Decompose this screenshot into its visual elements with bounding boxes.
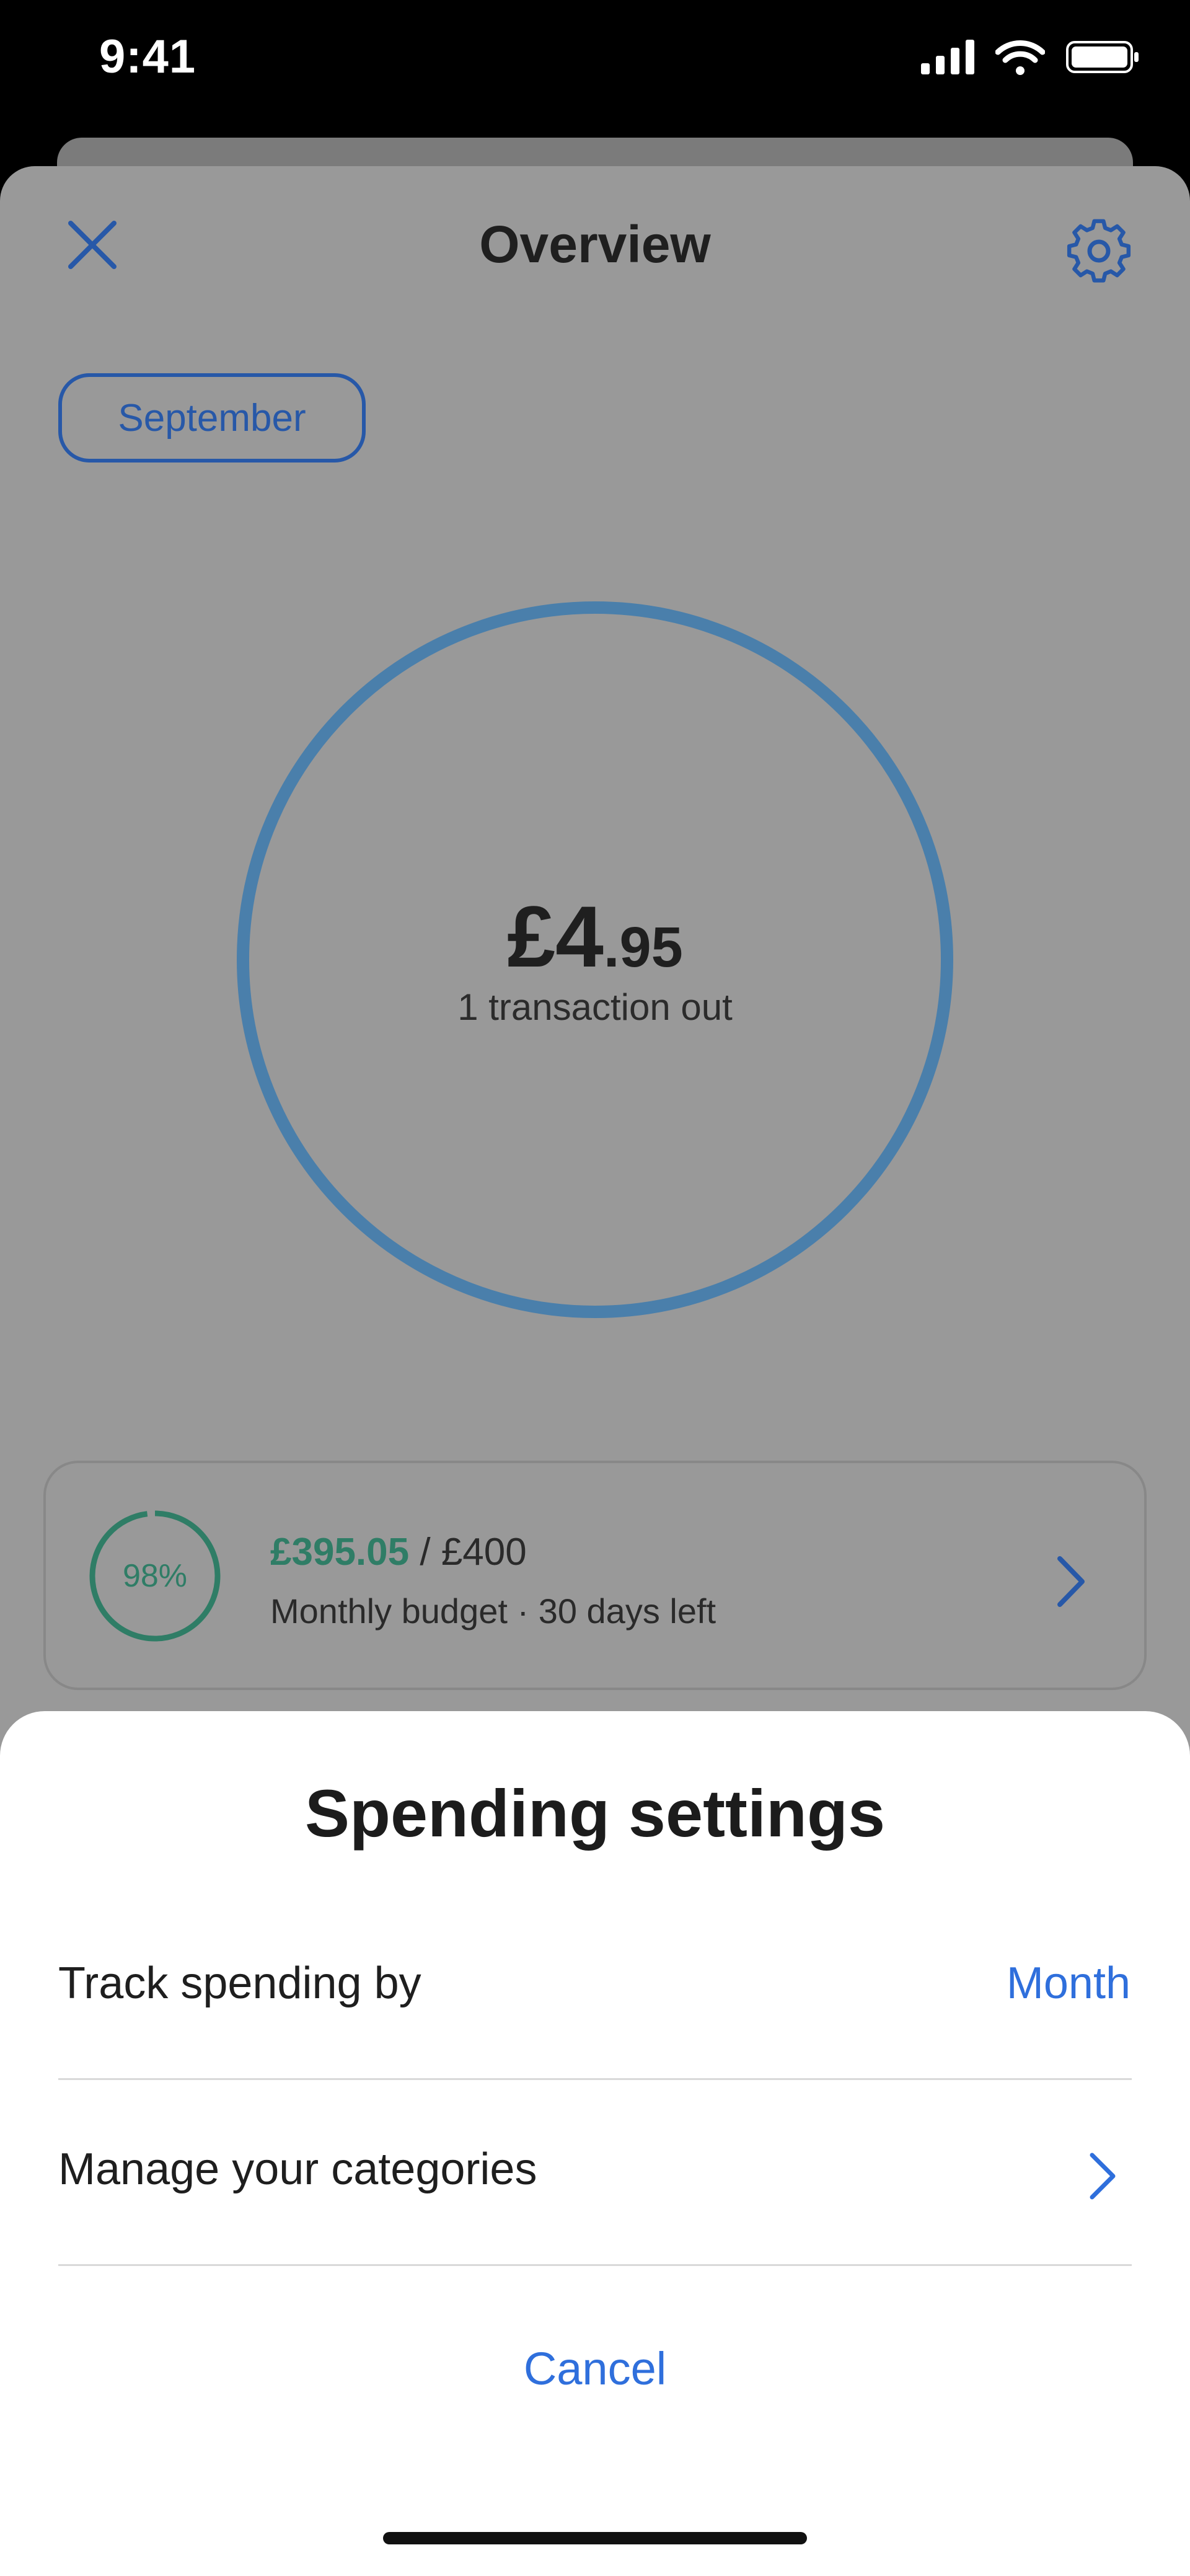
budget-subtitle: Monthly budget · 30 days left — [270, 1591, 716, 1631]
budget-amount: £395.05 / £400 — [270, 1530, 527, 1574]
battery-icon — [1066, 41, 1139, 73]
status-bar: 9:41 — [0, 0, 1190, 136]
home-indicator — [383, 2532, 807, 2544]
sheet-title: Spending settings — [304, 1776, 886, 1851]
amount-major: £4 — [507, 888, 604, 985]
page-title: Overview — [479, 215, 711, 273]
status-icons — [921, 38, 1140, 76]
cancel-button[interactable]: Cancel — [0, 2342, 1190, 2395]
budget-percent: 98% — [122, 1558, 188, 1594]
budget-separator: / — [409, 1531, 441, 1573]
month-selector-button[interactable]: September — [58, 373, 366, 463]
cellular-signal-icon — [921, 40, 974, 74]
status-time: 9:41 — [99, 30, 196, 83]
spent-amount: £4.95 — [0, 887, 1190, 987]
track-spending-value[interactable]: Month — [1007, 1958, 1130, 2009]
gear-icon[interactable] — [1065, 217, 1133, 285]
budget-spent: £395.05 — [270, 1531, 410, 1573]
divider — [58, 2078, 1132, 2080]
budget-total: £400 — [441, 1531, 527, 1573]
divider — [58, 2264, 1132, 2266]
track-spending-label[interactable]: Track spending by — [58, 1958, 421, 2009]
chevron-right-icon[interactable] — [1087, 2151, 1118, 2201]
amount-minor: .95 — [603, 916, 683, 979]
chevron-right-icon[interactable] — [1054, 1554, 1088, 1609]
wifi-icon — [995, 40, 1045, 75]
transaction-count: 1 transaction out — [457, 986, 733, 1028]
manage-categories-label[interactable]: Manage your categories — [58, 2144, 537, 2195]
